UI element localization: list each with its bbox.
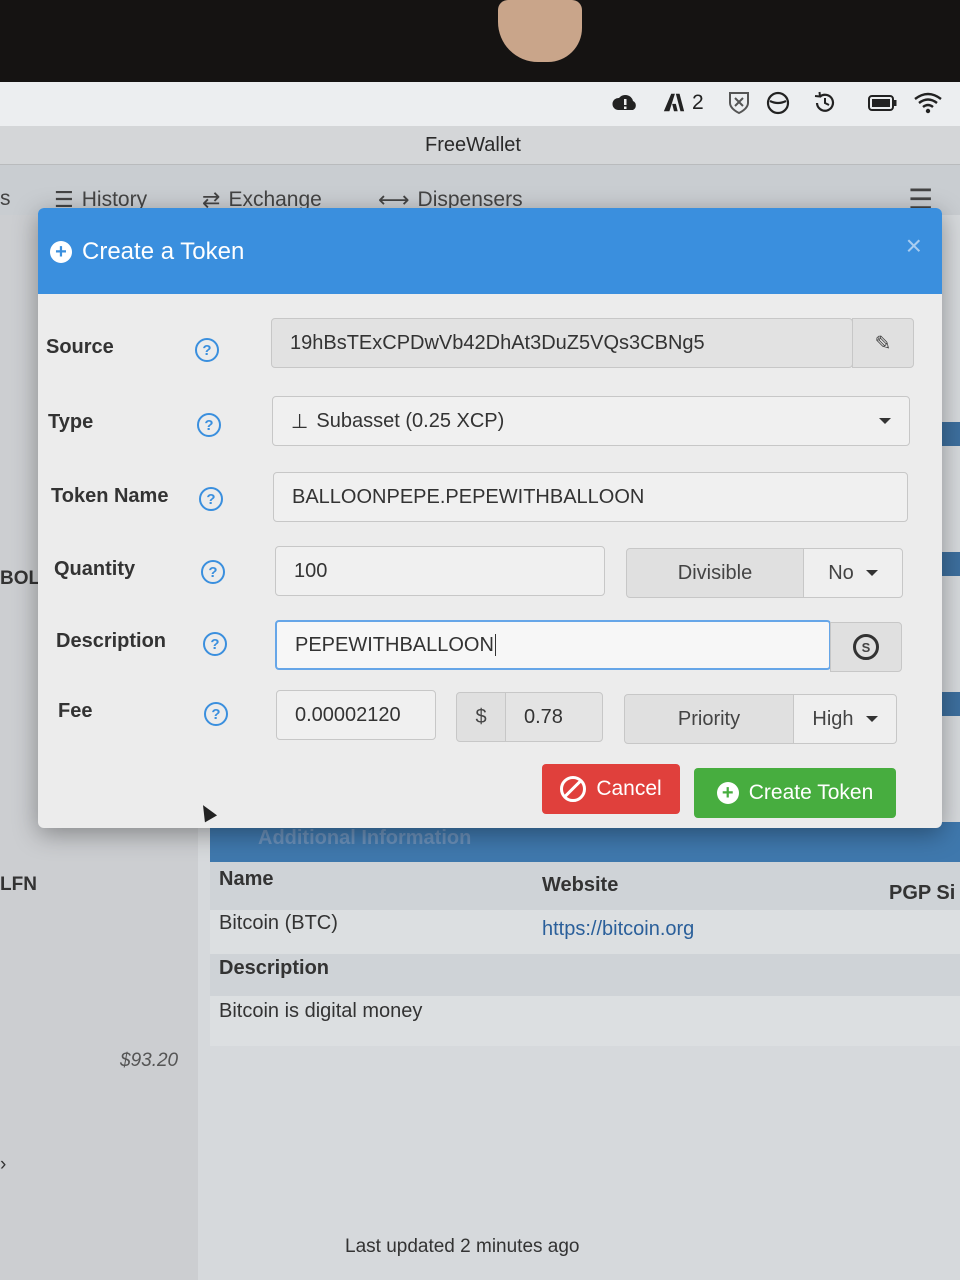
source-label: Source [46, 336, 114, 358]
modal-title: + Create a Token [50, 238, 244, 266]
edit-source-button[interactable]: ✎ [852, 318, 914, 368]
help-icon[interactable]: ? [199, 487, 223, 511]
type-value: Subasset (0.25 XCP) [316, 409, 505, 432]
divisible-label-box: Divisible [626, 548, 804, 598]
header-pgp: PGP Si [889, 882, 956, 904]
plus-circle-icon: + [716, 782, 739, 804]
fee-btc-input[interactable]: 0.00002120 [276, 690, 436, 740]
window-title: FreeWallet [425, 134, 521, 156]
info-data-row: Bitcoin (BTC) https://bitcoin.org [210, 910, 960, 954]
sidebar-label-bol: BOL [0, 568, 41, 589]
quantity-value: 100 [294, 559, 328, 582]
nav-item-cut[interactable]: s [0, 187, 11, 211]
ban-icon [560, 776, 587, 802]
fee-currency: $ [475, 705, 487, 728]
description-value: PEPEWITHBALLOON [295, 633, 494, 656]
row-website-link[interactable]: https://bitcoin.org [542, 918, 694, 941]
desk-background [0, 0, 960, 95]
link-token-button[interactable]: S [830, 622, 902, 672]
priority-select[interactable]: High [793, 694, 897, 744]
info-header-row: Name Website PGP Si [210, 862, 960, 910]
type-label: Type [48, 411, 94, 433]
sidebar-label-arrow: › [0, 1154, 7, 1175]
fee-currency-addon: $ [456, 692, 506, 742]
wifi-icon[interactable] [912, 90, 944, 116]
create-token-modal: + Create a Token × Source ? 19hBsTExCPDw… [38, 208, 942, 828]
chevron-down-icon [879, 418, 891, 424]
quantity-input[interactable]: 100 [275, 546, 605, 596]
plus-circle-icon: + [50, 241, 72, 263]
description-row: Bitcoin is digital money [210, 996, 960, 1046]
create-token-button[interactable]: + Create Token [694, 768, 896, 818]
time-machine-icon[interactable] [812, 90, 838, 116]
price-value: $93.20 [120, 1050, 179, 1071]
help-icon[interactable]: ? [203, 632, 227, 656]
fee-usd-value: 0.78 [524, 705, 563, 728]
divisible-select[interactable]: No [803, 548, 903, 598]
additional-info-title: Additional Information [258, 827, 472, 849]
menu-bar: 2 [0, 82, 960, 127]
divisible-value: No [828, 561, 854, 584]
create-token-label: Create Token [748, 781, 874, 804]
alert-cloud-icon[interactable] [612, 90, 638, 116]
type-select[interactable]: ⊥ Subasset (0.25 XCP) [272, 396, 910, 446]
close-icon[interactable]: × [906, 230, 922, 262]
modal-header: + Create a Token × [38, 208, 942, 294]
additional-info-header: Additional Information [210, 822, 960, 862]
adobe-count: 2 [692, 91, 704, 114]
header-website: Website [542, 874, 619, 896]
help-icon[interactable]: ? [195, 338, 219, 362]
shield-x-icon[interactable] [726, 90, 752, 116]
fee-label: Fee [58, 700, 93, 722]
globe-link-icon: S [853, 634, 879, 660]
priority-label-box: Priority [624, 694, 794, 744]
quantity-label: Quantity [54, 558, 136, 580]
help-icon[interactable]: ? [204, 702, 228, 726]
sitemap-icon: ⊥ [291, 410, 309, 433]
token-name-input[interactable]: BALLOONPEPE.PEPEWITHBALLOON [273, 472, 908, 522]
cancel-label: Cancel [596, 777, 662, 800]
description-header-row: Description [210, 954, 960, 996]
description-label: Description [56, 630, 167, 652]
circle-slash-icon[interactable] [765, 90, 791, 116]
battery-icon[interactable] [866, 90, 898, 116]
help-icon[interactable]: ? [201, 560, 225, 584]
fee-usd-input[interactable]: 0.78 [505, 692, 603, 742]
token-name-value: BALLOONPEPE.PEPEWITHBALLOON [292, 485, 645, 508]
source-field[interactable]: 19hBsTExCPDwVb42DhAt3DuZ5VQs3CBNg5 [271, 318, 853, 368]
row-name: Bitcoin (BTC) [219, 912, 338, 934]
cancel-button[interactable]: Cancel [542, 764, 680, 814]
edit-icon: ✎ [874, 332, 892, 355]
priority-label: Priority [677, 707, 741, 730]
modal-title-text: Create a Token [82, 238, 245, 265]
source-value: 19hBsTExCPDwVb42DhAt3DuZ5VQs3CBNg5 [290, 331, 705, 354]
chevron-down-icon [865, 716, 878, 722]
window-titlebar: FreeWallet [0, 126, 960, 165]
token-name-label: Token Name [51, 485, 169, 507]
adobe-icon[interactable]: 2 [662, 90, 704, 116]
description-input[interactable]: PEPEWITHBALLOON [275, 620, 831, 670]
fee-btc-value: 0.00002120 [295, 703, 401, 726]
last-updated: Last updated 2 minutes ago [345, 1236, 580, 1257]
help-icon[interactable]: ? [197, 413, 221, 437]
sidebar-label-lfn: LFN [0, 874, 37, 895]
priority-value: High [812, 707, 854, 730]
description-value: Bitcoin is digital money [219, 1000, 423, 1022]
chevron-down-icon [865, 570, 878, 576]
text-cursor [494, 634, 496, 656]
divisible-label: Divisible [677, 561, 753, 584]
header-name: Name [219, 868, 274, 890]
description-header: Description [219, 957, 330, 979]
